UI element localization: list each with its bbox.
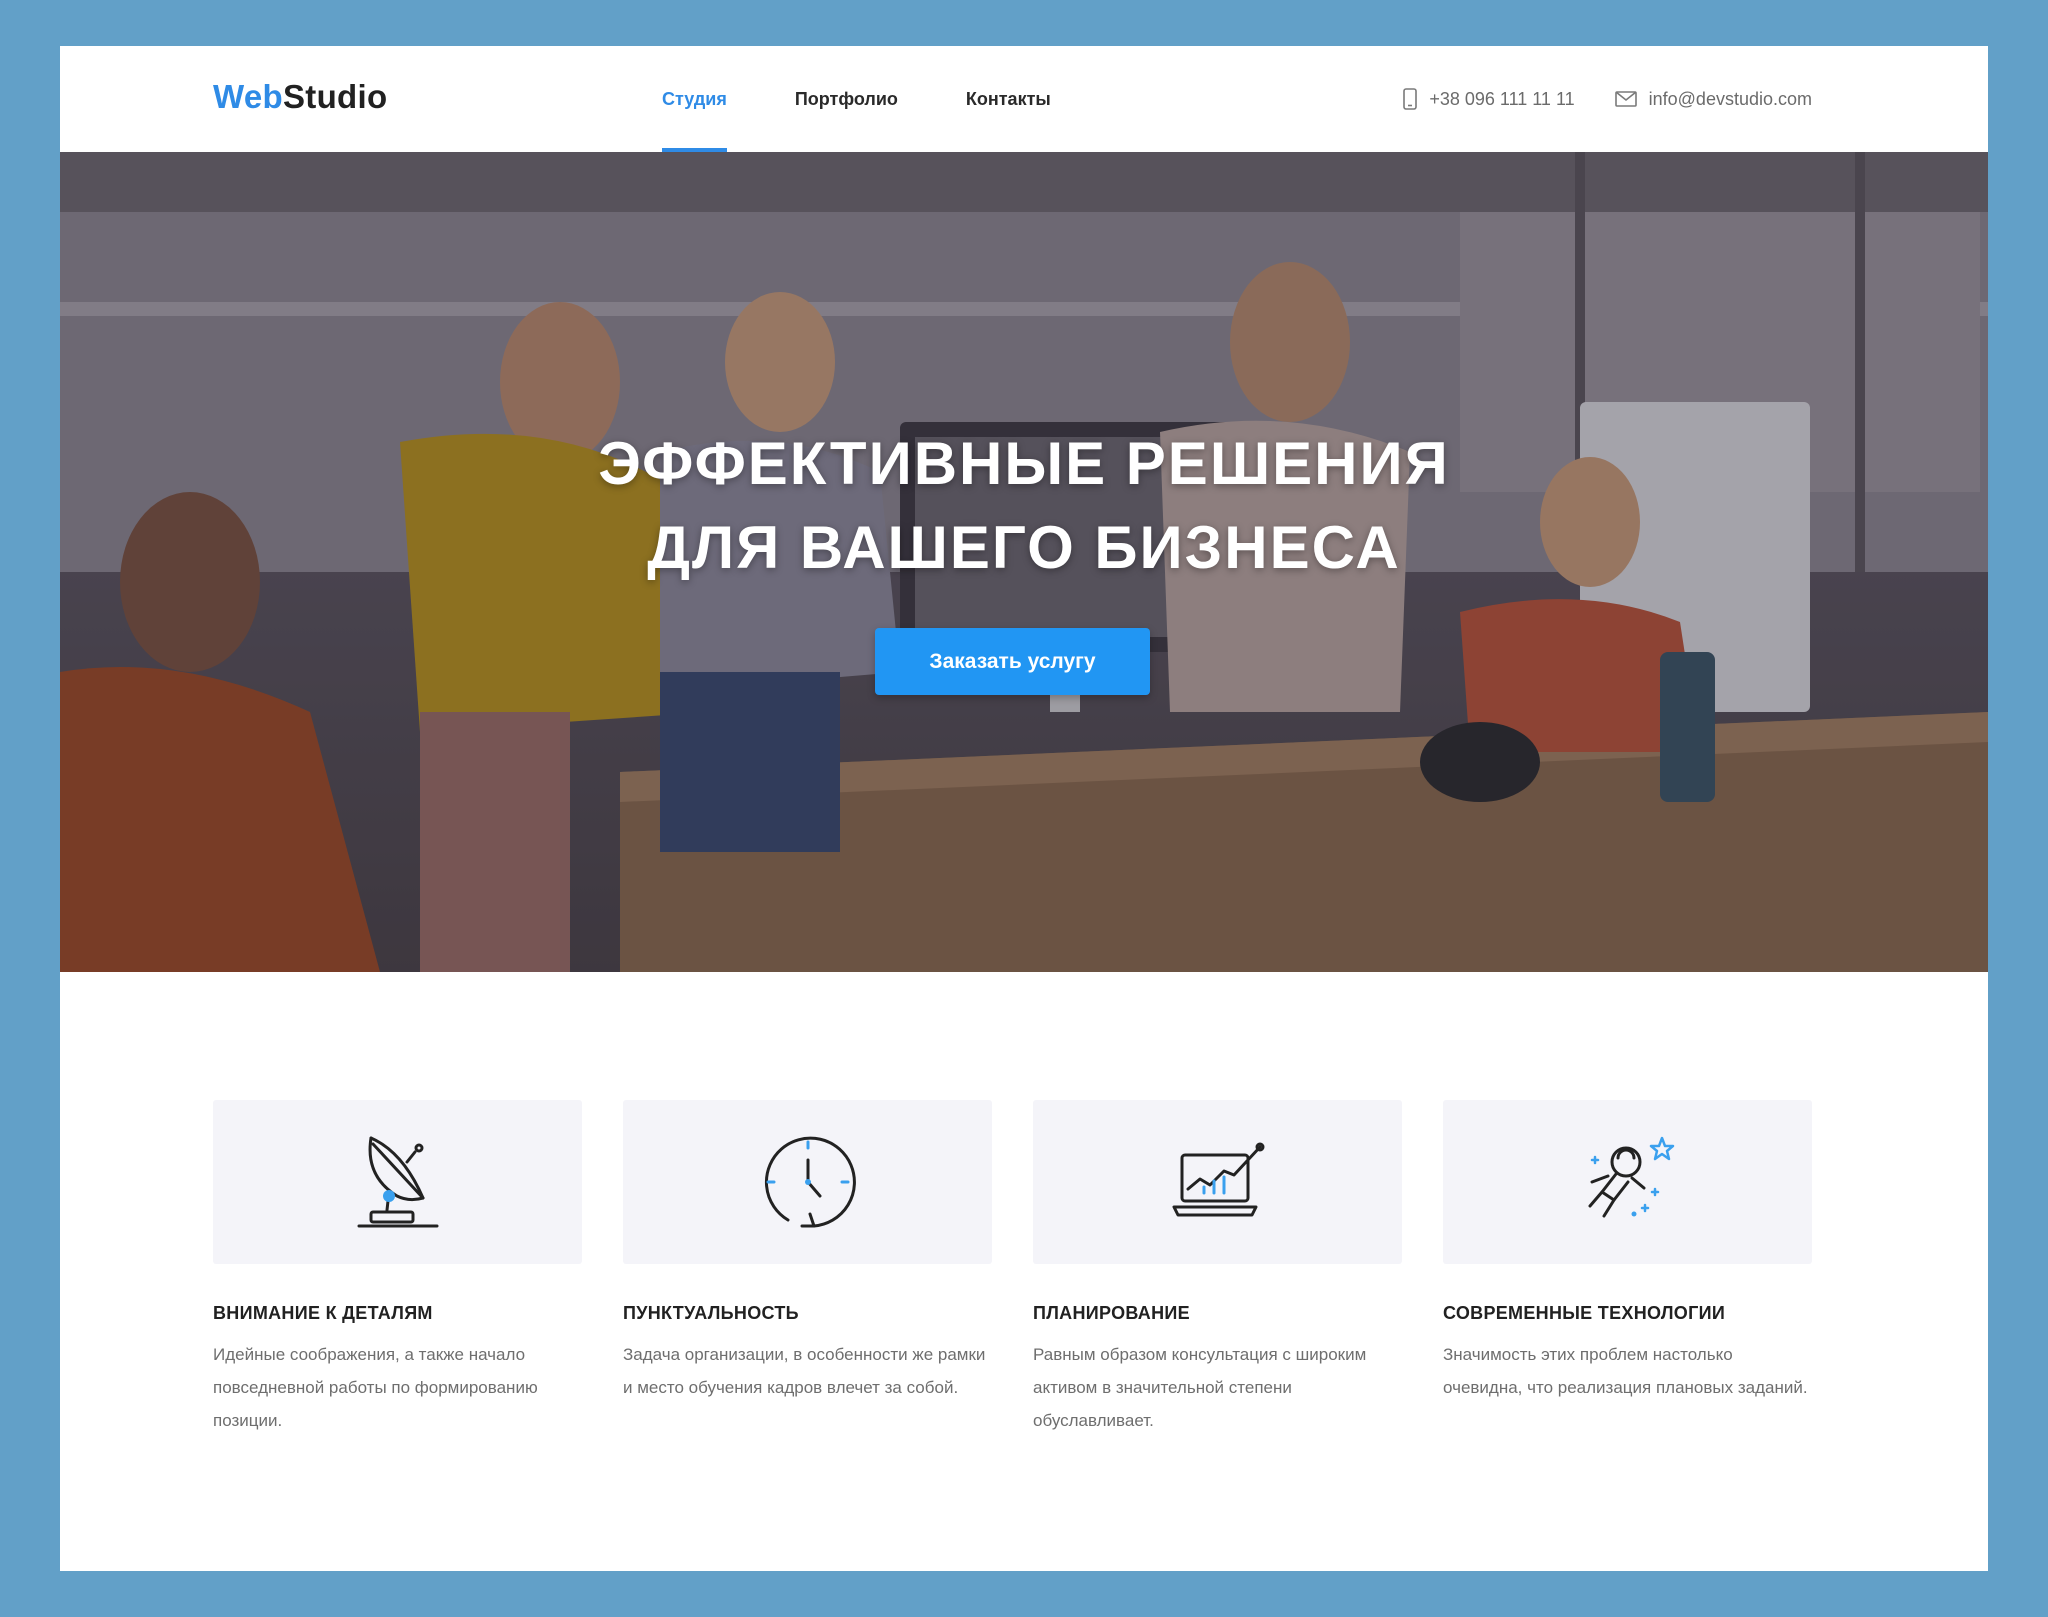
- order-service-button[interactable]: Заказать услугу: [875, 628, 1150, 695]
- feature-title: ПУНКТУАЛЬНОСТЬ: [623, 1303, 799, 1323]
- main-nav: Студия Портфолио Контакты: [662, 46, 1119, 152]
- feature-text: Значимость этих проблем настолько очевид…: [1443, 1345, 1808, 1397]
- header-contacts: +38 096 111 11 11 info@devstudio.com: [1403, 46, 1812, 152]
- phone-icon: [1403, 88, 1418, 110]
- feature-item: СОВРЕМЕННЫЕ ТЕХНОЛОГИИ Значимость этих п…: [1443, 1100, 1812, 1437]
- logo-studio: Studio: [282, 78, 388, 115]
- laptop-chart-icon: [1172, 1142, 1264, 1217]
- page: WebStudio Студия Портфолио Контакты +38 …: [60, 46, 1988, 1571]
- hero: ЭФФЕКТИВНЫЕ РЕШЕНИЯ ДЛЯ ВАШЕГО БИЗНЕСА З…: [60, 152, 1988, 972]
- feature-card: [1443, 1100, 1812, 1264]
- envelope-icon: [1614, 91, 1637, 107]
- feature-item: ВНИМАНИЕ К ДЕТАЛЯМ Идейные соображения, …: [213, 1100, 582, 1437]
- phone-link[interactable]: +38 096 111 11 11: [1403, 88, 1575, 110]
- feature-text: Задача организации, в особенности же рам…: [623, 1345, 986, 1397]
- feature-text: Идейные соображения, а также начало повс…: [213, 1345, 538, 1430]
- email-address: info@devstudio.com: [1648, 88, 1812, 109]
- feature-title: ПЛАНИРОВАНИЕ: [1033, 1303, 1190, 1323]
- feature-title: ВНИМАНИЕ К ДЕТАЛЯМ: [213, 1303, 433, 1323]
- logo-web: Web: [213, 78, 283, 115]
- clock-icon: [764, 1136, 856, 1228]
- feature-card: [213, 1100, 582, 1264]
- phone-number: +38 096 111 11 11: [1429, 88, 1575, 109]
- feature-card: [1033, 1100, 1402, 1264]
- feature-item: ПЛАНИРОВАНИЕ Равным образом консультация…: [1033, 1100, 1402, 1437]
- nav-item-portfolio[interactable]: Портфолио: [795, 46, 898, 152]
- hero-title-line1: ЭФФЕКТИВНЫЕ РЕШЕНИЯ: [598, 430, 1450, 497]
- logo[interactable]: WebStudio: [213, 78, 387, 116]
- email-link[interactable]: info@devstudio.com: [1614, 88, 1812, 110]
- feature-text: Равным образом консультация с широким ак…: [1033, 1345, 1367, 1430]
- astronaut-icon: [1588, 1136, 1674, 1218]
- nav-item-contacts[interactable]: Контакты: [966, 46, 1051, 152]
- feature-item: ПУНКТУАЛЬНОСТЬ Задача организации, в осо…: [623, 1100, 992, 1437]
- feature-card: [623, 1100, 992, 1264]
- satellite-dish-icon: [357, 1136, 438, 1228]
- site-header: WebStudio Студия Портфолио Контакты +38 …: [60, 46, 1988, 152]
- features: ВНИМАНИЕ К ДЕТАЛЯМ Идейные соображения, …: [213, 1100, 1873, 1437]
- hero-title: ЭФФЕКТИВНЫЕ РЕШЕНИЯ ДЛЯ ВАШЕГО БИЗНЕСА: [60, 422, 1988, 590]
- nav-item-studio[interactable]: Студия: [662, 46, 727, 152]
- hero-title-line2: ДЛЯ ВАШЕГО БИЗНЕСА: [647, 514, 1401, 581]
- feature-title: СОВРЕМЕННЫЕ ТЕХНОЛОГИИ: [1443, 1303, 1726, 1323]
